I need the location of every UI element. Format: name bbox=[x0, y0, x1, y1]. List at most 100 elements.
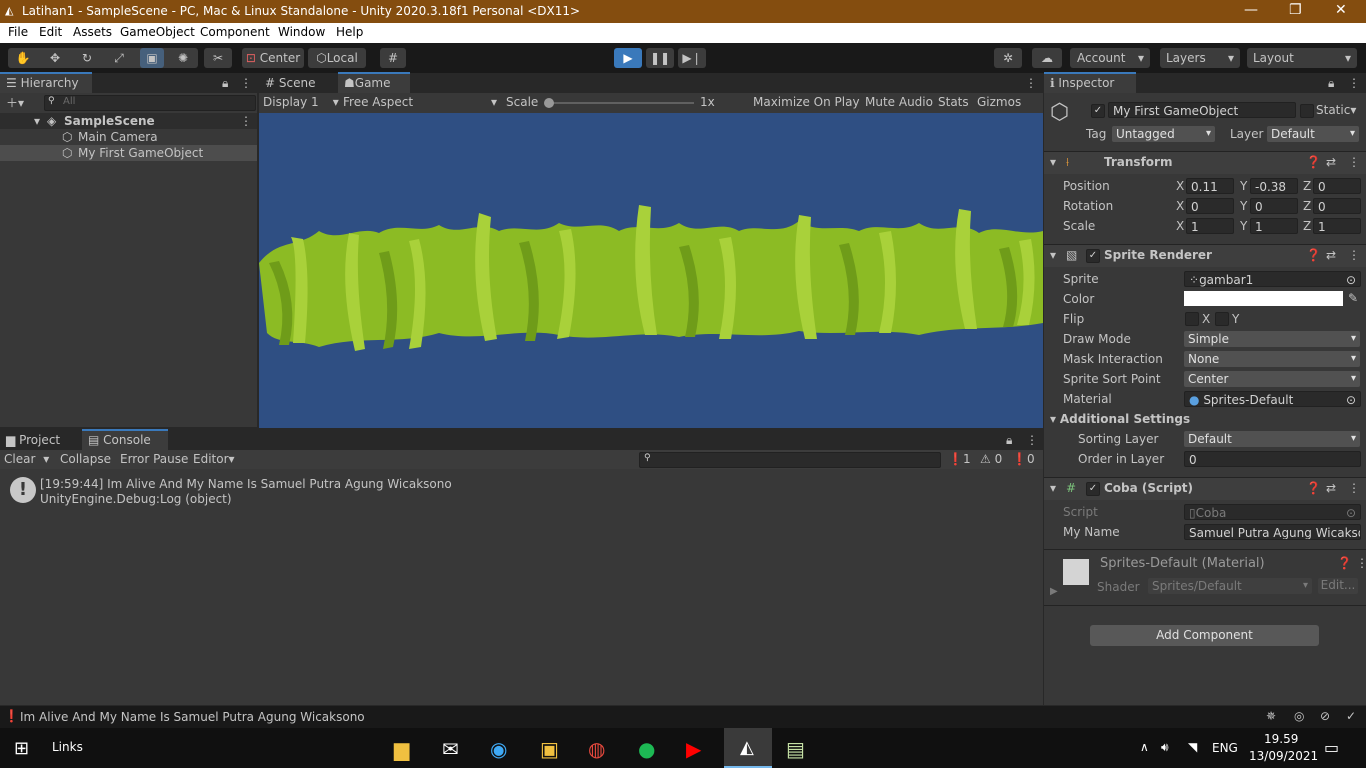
position-x-field[interactable]: 0.11 bbox=[1186, 178, 1234, 194]
static-checkbox[interactable] bbox=[1300, 104, 1314, 118]
tab-hierarchy[interactable]: ☰ Hierarchy bbox=[0, 72, 92, 93]
rotate-tool-icon[interactable]: ↻ bbox=[76, 48, 98, 68]
menu-file[interactable]: File bbox=[8, 25, 28, 39]
pause-button[interactable]: ❚❚ bbox=[646, 48, 674, 68]
spotify-icon[interactable]: ● bbox=[638, 737, 655, 761]
lighting-icon[interactable]: ⊘ bbox=[1320, 709, 1330, 723]
aspect-dropdown[interactable]: Free Aspect ▾ bbox=[343, 95, 497, 109]
scale-y-field[interactable]: 1 bbox=[1250, 218, 1298, 234]
transform-header[interactable]: ▾ ⟊ Transform ❓ ⇄ ⋮ bbox=[1044, 151, 1366, 174]
help-icon[interactable]: ❓ bbox=[1306, 155, 1321, 169]
menu-window[interactable]: Window bbox=[278, 25, 325, 39]
layout-dropdown[interactable]: Layout ▾ bbox=[1247, 48, 1357, 68]
debugger-icon[interactable]: ✵ bbox=[1266, 709, 1276, 723]
clock-date[interactable]: 13/09/2021 bbox=[1249, 749, 1318, 763]
tab-scene[interactable]: # Scene bbox=[259, 74, 337, 93]
hierarchy-item-main-camera[interactable]: ⬡ Main Camera bbox=[0, 129, 257, 145]
play-button[interactable]: ▶ bbox=[614, 48, 642, 68]
component-more-icon[interactable]: ⋮ bbox=[1348, 481, 1360, 495]
scene-expand-icon[interactable]: ▾ bbox=[34, 113, 40, 129]
inspector-lock-icon[interactable]: 🔒︎ bbox=[1328, 76, 1334, 91]
links-toolbar[interactable]: Links bbox=[52, 740, 83, 754]
mail-icon[interactable]: ✉ bbox=[442, 737, 459, 761]
material-field[interactable]: ● Sprites-Default ⊙ bbox=[1184, 391, 1361, 407]
transform-tool-icon[interactable]: ✺ bbox=[172, 48, 194, 68]
menu-edit[interactable]: Edit bbox=[39, 25, 62, 39]
position-z-field[interactable]: 0 bbox=[1313, 178, 1361, 194]
notification-icon[interactable]: ▭ bbox=[1324, 738, 1339, 757]
static-dropdown[interactable]: Static▾ bbox=[1316, 103, 1356, 117]
clock-time[interactable]: 19.59 bbox=[1264, 732, 1298, 746]
presets-icon[interactable]: ⇄ bbox=[1326, 155, 1336, 169]
sprite-field[interactable]: ⁘gambar1 ⊙ bbox=[1184, 271, 1361, 287]
order-in-layer-field[interactable]: 0 bbox=[1184, 451, 1361, 467]
tab-console[interactable]: ▤ Console bbox=[82, 429, 168, 450]
error-count[interactable]: ❗0 bbox=[1012, 452, 1035, 466]
more-icon[interactable]: ⋮ bbox=[240, 76, 252, 90]
view-more-icon[interactable]: ⋮ bbox=[1025, 76, 1037, 90]
active-checkbox[interactable]: ✓ bbox=[1091, 104, 1105, 118]
youtube-icon[interactable]: ▶ bbox=[686, 737, 701, 761]
component-more-icon[interactable]: ⋮ bbox=[1348, 248, 1360, 262]
presets-icon[interactable]: ⇄ bbox=[1326, 481, 1336, 495]
help-icon[interactable]: ❓ bbox=[1337, 556, 1352, 570]
script-header[interactable]: ▾ # ✓ Coba (Script) ❓ ⇄ ⋮ bbox=[1044, 477, 1366, 500]
restore-icon[interactable]: ❐ bbox=[1289, 2, 1302, 18]
menu-help[interactable]: Help bbox=[336, 25, 363, 39]
add-component-button[interactable]: Add Component bbox=[1090, 625, 1319, 646]
unity-taskbar-button[interactable]: ◭ bbox=[724, 728, 772, 768]
stats-button[interactable]: Stats bbox=[938, 95, 969, 109]
volume-icon[interactable]: 🔊︎ bbox=[1161, 740, 1169, 755]
game-view[interactable] bbox=[259, 113, 1043, 428]
collab-icon[interactable]: ✲ bbox=[994, 48, 1022, 68]
warning-count[interactable]: ⚠ 0 bbox=[980, 452, 1002, 466]
additional-settings-foldout[interactable]: ▾ Additional Settings bbox=[1050, 412, 1190, 426]
tab-inspector[interactable]: ℹ Inspector bbox=[1044, 72, 1136, 93]
scene-more-icon[interactable]: ⋮ bbox=[240, 113, 252, 129]
display-dropdown[interactable]: Display 1 ▾ bbox=[263, 95, 339, 109]
material-foldout-icon[interactable]: ▶ bbox=[1050, 586, 1058, 597]
close-icon[interactable]: ✕ bbox=[1335, 2, 1347, 18]
rotation-z-field[interactable]: 0 bbox=[1313, 198, 1361, 214]
rotation-x-field[interactable]: 0 bbox=[1186, 198, 1234, 214]
sprite-renderer-enabled-checkbox[interactable]: ✓ bbox=[1086, 249, 1100, 263]
gizmos-button[interactable]: Gizmos bbox=[977, 95, 1021, 109]
scale-slider-track[interactable] bbox=[548, 102, 694, 104]
hand-tool-icon[interactable]: ✋ bbox=[12, 48, 34, 68]
editor-dropdown[interactable]: Editor▾ bbox=[193, 452, 235, 466]
layers-dropdown[interactable]: Layers ▾ bbox=[1160, 48, 1240, 68]
inspector-more-icon[interactable]: ⋮ bbox=[1348, 76, 1360, 90]
rect-tool-icon[interactable]: ▣ bbox=[140, 48, 164, 68]
console-entry[interactable]: ! [19:59:44] Im Alive And My Name Is Sam… bbox=[0, 473, 1043, 507]
step-button[interactable]: ▶❘ bbox=[678, 48, 706, 68]
sprite-renderer-header[interactable]: ▾ ▧ ✓ Sprite Renderer ❓ ⇄ ⋮ bbox=[1044, 244, 1366, 267]
help-icon[interactable]: ❓ bbox=[1306, 481, 1321, 495]
console-lock-icon[interactable]: 🔒︎ bbox=[1006, 433, 1012, 448]
sorting-layer-dropdown[interactable]: Default bbox=[1184, 431, 1360, 447]
account-dropdown[interactable]: Account ▾ bbox=[1070, 48, 1150, 68]
gameobject-name-field[interactable]: My First GameObject bbox=[1108, 102, 1296, 118]
store-icon[interactable]: ▣ bbox=[540, 737, 559, 761]
tag-dropdown[interactable]: Untagged bbox=[1112, 126, 1215, 142]
scale-x-field[interactable]: 1 bbox=[1186, 218, 1234, 234]
my-name-field[interactable]: Samuel Putra Agung Wicakson bbox=[1184, 524, 1361, 540]
hierarchy-item-my-first-gameobject[interactable]: ⬡ My First GameObject bbox=[0, 145, 257, 161]
presets-icon[interactable]: ⇄ bbox=[1326, 248, 1336, 262]
chrome-icon[interactable]: ◍ bbox=[588, 737, 605, 761]
language-indicator[interactable]: ENG bbox=[1212, 741, 1238, 755]
tab-project[interactable]: ▆ Project bbox=[0, 431, 82, 450]
minimize-icon[interactable]: — bbox=[1244, 2, 1258, 18]
clear-button[interactable]: Clear ▾ bbox=[4, 452, 49, 466]
move-tool-icon[interactable]: ✥ bbox=[44, 48, 66, 68]
mute-audio-button[interactable]: Mute Audio bbox=[865, 95, 933, 109]
error-pause-button[interactable]: Error Pause bbox=[120, 452, 188, 466]
lock-icon[interactable]: 🔒︎ bbox=[222, 76, 228, 91]
menu-component[interactable]: Component bbox=[200, 25, 270, 39]
notepad-icon[interactable]: ▤ bbox=[786, 737, 805, 761]
layer-dropdown[interactable]: Default bbox=[1267, 126, 1359, 142]
foldout-icon[interactable]: ▾ bbox=[1050, 248, 1056, 262]
component-more-icon[interactable]: ⋮ bbox=[1348, 155, 1360, 169]
menu-assets[interactable]: Assets bbox=[73, 25, 112, 39]
tab-game[interactable]: ☗Game bbox=[338, 72, 410, 93]
color-swatch[interactable] bbox=[1184, 291, 1343, 306]
